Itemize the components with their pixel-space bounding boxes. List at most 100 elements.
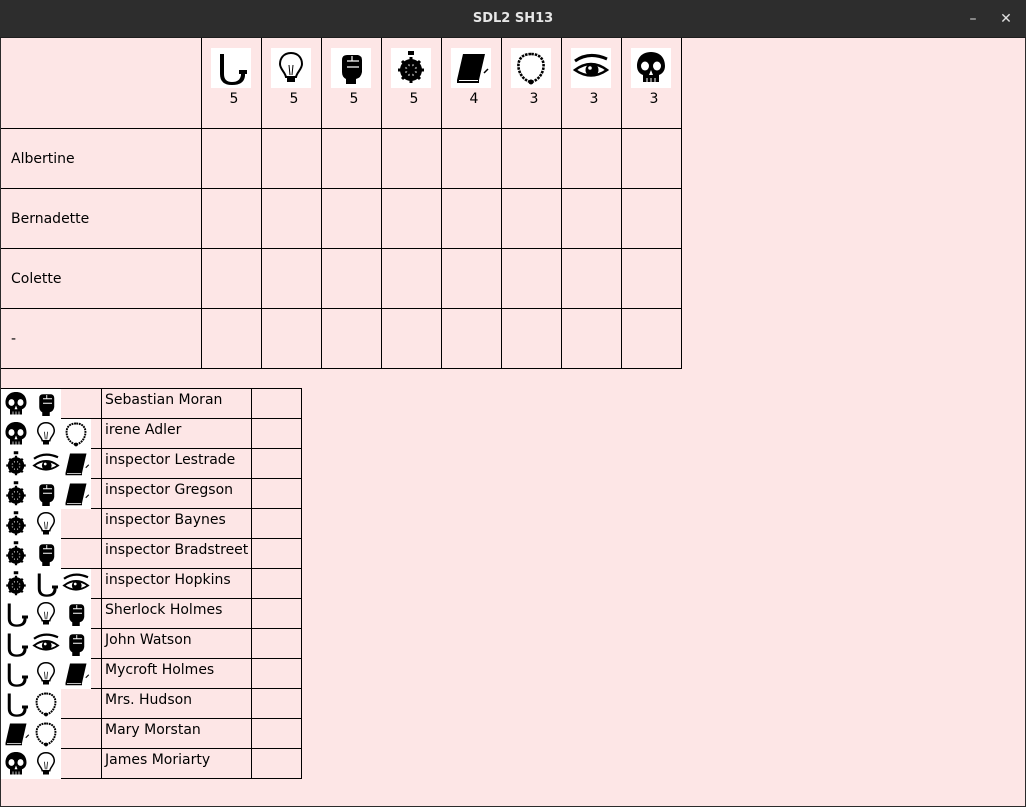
minimize-button[interactable]: – <box>962 8 984 30</box>
player-symbol-cell[interactable] <box>562 309 621 368</box>
player-symbol-cell[interactable] <box>502 189 561 248</box>
player-symbol-cell[interactable] <box>262 129 321 188</box>
book-icon[interactable] <box>451 48 491 88</box>
badge-icon <box>1 539 31 569</box>
player-symbol-cell[interactable] <box>622 309 681 368</box>
suspect-accuse-cell[interactable] <box>252 389 301 418</box>
symbol-count: 5 <box>349 91 359 107</box>
player-symbol-cell[interactable] <box>622 249 681 308</box>
badge-icon <box>1 449 31 479</box>
eye-icon <box>31 629 61 659</box>
fist-icon[interactable] <box>331 48 371 88</box>
fist-icon <box>61 629 91 659</box>
symbol-count: 3 <box>649 91 659 107</box>
player-name: - <box>11 331 17 347</box>
suspect-name[interactable]: inspector Gregson <box>105 482 233 498</box>
bulb-icon <box>31 599 61 629</box>
badge-icon[interactable] <box>391 48 431 88</box>
player-symbol-cell[interactable] <box>262 249 321 308</box>
suspect-accuse-cell[interactable] <box>252 449 301 478</box>
necklace-icon <box>61 419 91 449</box>
suspect-accuse-cell[interactable] <box>252 419 301 448</box>
necklace-icon[interactable] <box>511 48 551 88</box>
suspect-accuse-cell[interactable] <box>252 509 301 538</box>
suspect-accuse-cell[interactable] <box>252 569 301 598</box>
player-symbol-cell[interactable] <box>382 129 441 188</box>
symbol-count: 3 <box>589 91 599 107</box>
player-symbol-cell[interactable] <box>202 309 261 368</box>
player-symbol-cell[interactable] <box>622 189 681 248</box>
suspect-accuse-cell[interactable] <box>252 599 301 628</box>
skull-icon <box>1 389 31 419</box>
player-symbol-cell[interactable] <box>442 249 501 308</box>
player-symbol-cell[interactable] <box>382 249 441 308</box>
suspect-name[interactable]: inspector Bradstreet <box>105 542 248 558</box>
player-symbol-cell[interactable] <box>502 249 561 308</box>
player-symbol-cell[interactable] <box>322 189 381 248</box>
player-symbol-cell[interactable] <box>322 129 381 188</box>
app-window: SDL2 SH13 – ✕ 5 5 5 5 4 3 3 3 Albertine Bernadett… <box>0 0 1026 807</box>
suspect-accuse-cell[interactable] <box>252 539 301 568</box>
suspect-name[interactable]: inspector Baynes <box>105 512 226 528</box>
player-symbol-cell[interactable] <box>442 309 501 368</box>
title-bar[interactable]: SDL2 SH13 – ✕ <box>0 0 1026 38</box>
necklace-icon <box>31 719 61 749</box>
suspect-name[interactable]: Mary Morstan <box>105 722 201 738</box>
suspect-accuse-cell[interactable] <box>252 689 301 718</box>
player-symbol-cell[interactable] <box>262 309 321 368</box>
suspect-name[interactable]: Mycroft Holmes <box>105 662 214 678</box>
player-symbol-cell[interactable] <box>202 249 261 308</box>
player-symbol-cell[interactable] <box>202 129 261 188</box>
player-symbol-cell[interactable] <box>562 249 621 308</box>
suspect-accuse-cell[interactable] <box>252 629 301 658</box>
player-symbol-cell[interactable] <box>502 309 561 368</box>
suspect-accuse-cell[interactable] <box>252 749 301 778</box>
suspect-name[interactable]: irene Adler <box>105 422 181 438</box>
symbol-count: 3 <box>529 91 539 107</box>
close-button[interactable]: ✕ <box>995 8 1017 30</box>
close-icon: ✕ <box>1000 11 1012 27</box>
player-symbol-cell[interactable] <box>562 129 621 188</box>
pipe-icon[interactable] <box>211 48 251 88</box>
player-symbol-cell[interactable] <box>562 189 621 248</box>
suspect-name[interactable]: Mrs. Hudson <box>105 692 192 708</box>
badge-icon <box>1 479 31 509</box>
minimize-icon: – <box>969 11 977 27</box>
player-symbol-cell[interactable] <box>382 309 441 368</box>
suspect-name[interactable]: inspector Hopkins <box>105 572 231 588</box>
suspect-name[interactable]: inspector Lestrade <box>105 452 235 468</box>
fist-icon <box>31 479 61 509</box>
player-symbol-cell[interactable] <box>442 129 501 188</box>
bulb-icon[interactable] <box>271 48 311 88</box>
player-symbol-cell[interactable] <box>382 189 441 248</box>
badge-icon <box>1 509 31 539</box>
pipe-icon <box>31 569 61 599</box>
player-symbol-cell[interactable] <box>322 249 381 308</box>
player-symbol-cell[interactable] <box>442 189 501 248</box>
suspect-accuse-cell[interactable] <box>252 719 301 748</box>
book-icon <box>61 659 91 689</box>
player-name: Colette <box>11 271 62 287</box>
suspect-name[interactable]: John Watson <box>105 632 192 648</box>
player-symbol-cell[interactable] <box>322 309 381 368</box>
player-symbol-cell[interactable] <box>202 189 261 248</box>
player-symbol-cell[interactable] <box>502 129 561 188</box>
pipe-icon <box>1 629 31 659</box>
suspect-accuse-cell[interactable] <box>252 479 301 508</box>
suspect-name[interactable]: Sebastian Moran <box>105 392 222 408</box>
book-icon <box>61 449 91 479</box>
badge-icon <box>1 569 31 599</box>
grid-line-vertical <box>301 388 302 779</box>
suspect-name[interactable]: James Moriarty <box>105 752 210 768</box>
player-symbol-cell[interactable] <box>622 129 681 188</box>
suspect-name[interactable]: Sherlock Holmes <box>105 602 222 618</box>
necklace-icon <box>31 689 61 719</box>
grid-line-vertical <box>681 38 682 368</box>
suspect-accuse-cell[interactable] <box>252 659 301 688</box>
pipe-icon <box>1 689 31 719</box>
eye-icon[interactable] <box>571 48 611 88</box>
skull-icon[interactable] <box>631 48 671 88</box>
player-symbol-cell[interactable] <box>262 189 321 248</box>
player-name: Bernadette <box>11 211 90 227</box>
symbol-count: 5 <box>289 91 299 107</box>
